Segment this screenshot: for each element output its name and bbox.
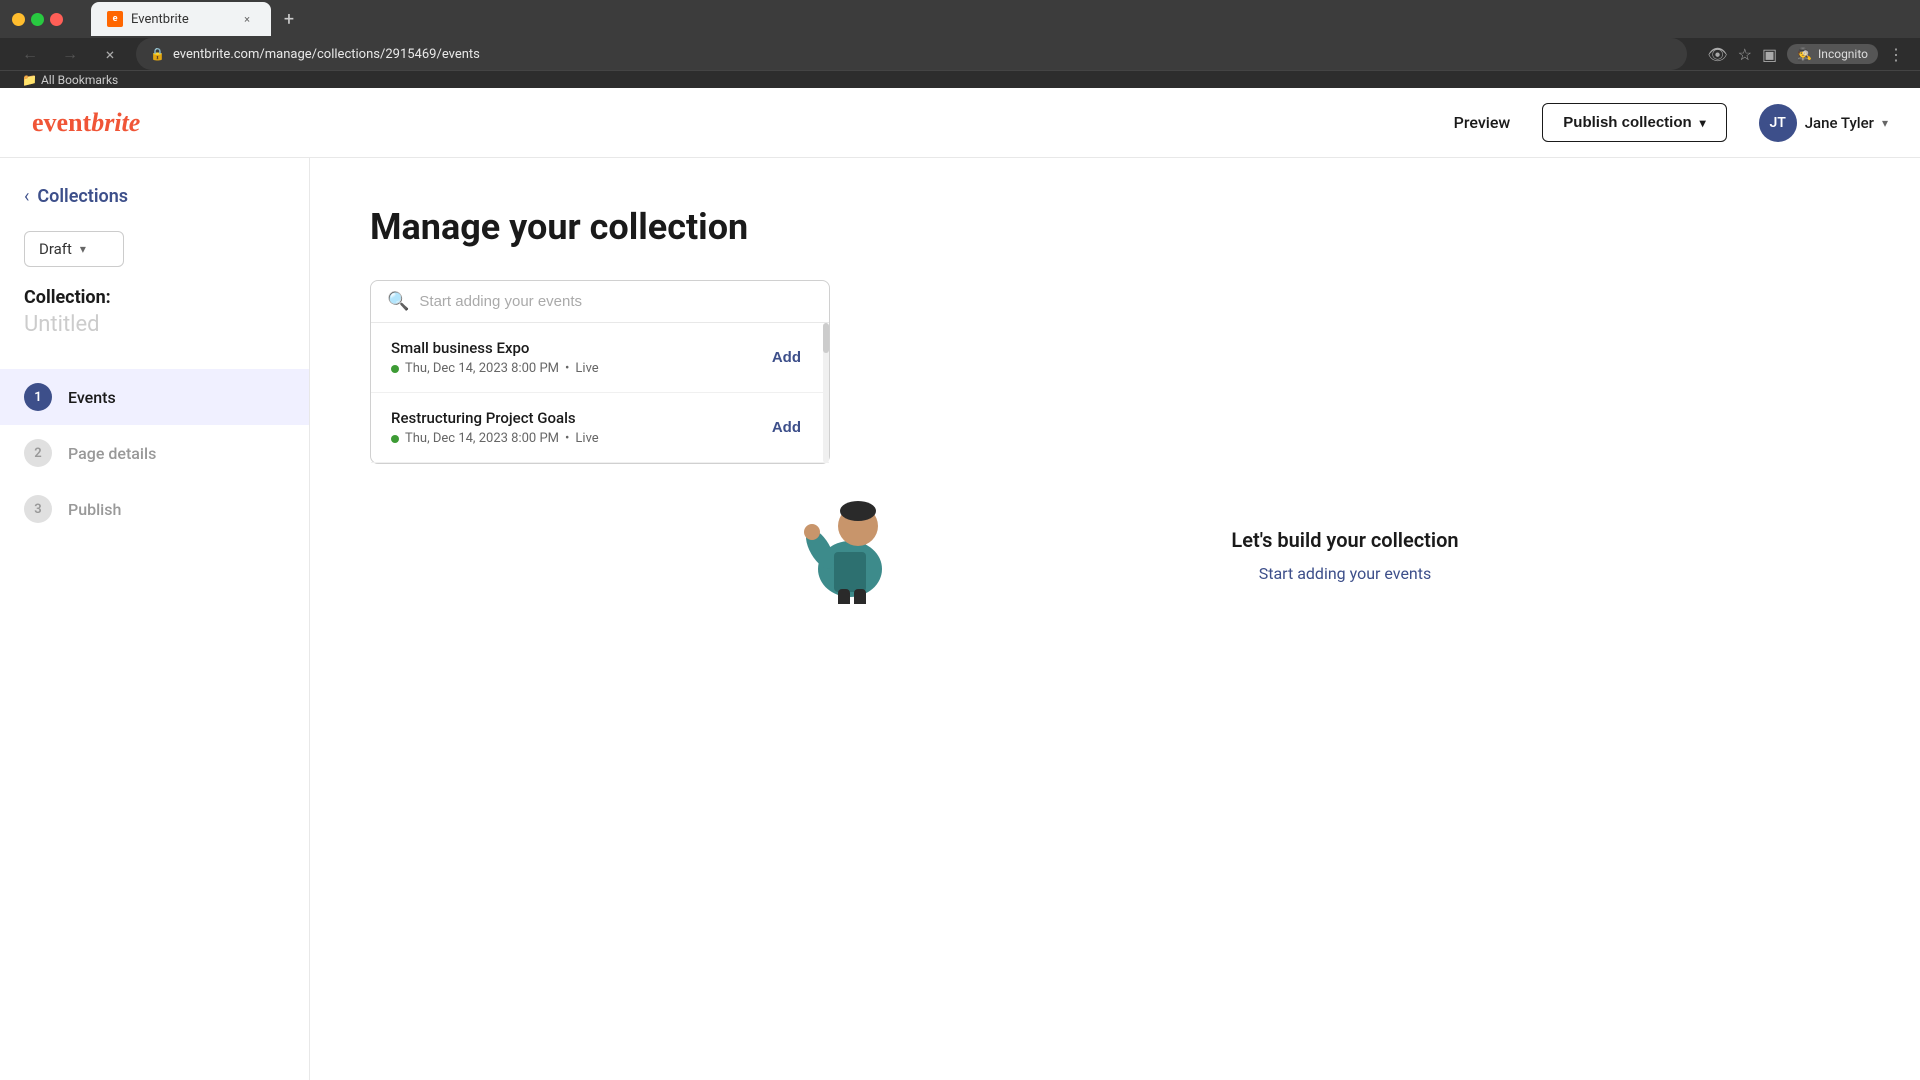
browser-chrome: e Eventbrite × + ← → × 🔒 eventbrite.com/… — [0, 0, 1920, 88]
nav-step-2: 2 — [24, 439, 52, 467]
event-item-1: Small business Expo Thu, Dec 14, 2023 8:… — [371, 323, 829, 393]
user-avatar: JT — [1759, 104, 1797, 142]
incognito-icon: 🕵 — [1797, 47, 1812, 61]
close-button[interactable] — [50, 13, 63, 26]
back-button[interactable]: ← — [16, 40, 44, 68]
live-dot-1 — [391, 365, 399, 373]
address-bar[interactable]: 🔒 eventbrite.com/manage/collections/2915… — [136, 38, 1687, 70]
collections-link: Collections — [37, 186, 128, 207]
draft-chevron-icon: ▾ — [80, 242, 86, 256]
content-area: Manage your collection 🔍 Small business … — [310, 158, 1920, 1080]
event-info-2: Restructuring Project Goals Thu, Dec 14,… — [391, 409, 764, 446]
person-illustration — [790, 474, 910, 604]
nav-label-publish: Publish — [68, 500, 121, 519]
star-icon[interactable]: ☆ — [1738, 45, 1752, 64]
eventbrite-logo[interactable]: eventbrite — [32, 108, 140, 138]
new-tab-button[interactable]: + — [275, 5, 303, 33]
nav-step-3: 3 — [24, 495, 52, 523]
collection-prefix: Collection: — [0, 287, 309, 312]
draft-dropdown[interactable]: Draft ▾ — [24, 231, 124, 267]
sidebar-item-events[interactable]: 1 Events — [0, 369, 309, 425]
event-info-1: Small business Expo Thu, Dec 14, 2023 8:… — [391, 339, 764, 376]
event-separator-1: • — [565, 361, 569, 376]
active-tab[interactable]: e Eventbrite × — [91, 2, 271, 36]
collection-name: Untitled — [0, 312, 309, 361]
browser-titlebar: e Eventbrite × + — [0, 0, 1920, 38]
sidebar-back-button[interactable]: ‹ Collections — [0, 178, 309, 223]
bookmarks-bar: 📁 All Bookmarks — [0, 70, 1920, 89]
sidebar-nav: 1 Events 2 Page details 3 Publish — [0, 369, 309, 537]
event-meta-1: Thu, Dec 14, 2023 8:00 PM • Live — [391, 361, 764, 376]
event-item-2: Restructuring Project Goals Thu, Dec 14,… — [371, 393, 829, 463]
events-container: 🔍 Small business Expo Thu, Dec 14, 2023 … — [370, 280, 830, 464]
event-status-2: Live — [575, 431, 598, 446]
publish-label: Publish collection — [1563, 114, 1691, 131]
live-dot-2 — [391, 435, 399, 443]
tab-close-btn[interactable]: × — [239, 11, 255, 27]
address-bar-container: ← → × 🔒 eventbrite.com/manage/collection… — [0, 38, 1920, 70]
event-meta-2: Thu, Dec 14, 2023 8:00 PM • Live — [391, 431, 764, 446]
add-event-1-button[interactable]: Add — [764, 345, 809, 370]
add-event-2-button[interactable]: Add — [764, 415, 809, 440]
reload-button[interactable]: × — [96, 40, 124, 68]
page-title: Manage your collection — [370, 206, 1860, 248]
incognito-label: Incognito — [1818, 47, 1868, 61]
bookmarks-label: All Bookmarks — [41, 73, 118, 87]
browser-actions: 👁 ☆ ▣ 🕵 Incognito ⋮ — [1707, 44, 1904, 64]
event-date-2: Thu, Dec 14, 2023 8:00 PM — [405, 431, 559, 446]
event-title-2: Restructuring Project Goals — [391, 409, 764, 427]
header-right: Preview Publish collection ▾ JT Jane Tyl… — [1454, 103, 1888, 142]
publish-collection-button[interactable]: Publish collection ▾ — [1542, 103, 1726, 142]
scrollbar-thumb — [823, 323, 829, 353]
draft-label: Draft — [39, 240, 72, 258]
event-title-1: Small business Expo — [391, 339, 764, 357]
nav-step-1: 1 — [24, 383, 52, 411]
event-date-1: Thu, Dec 14, 2023 8:00 PM — [405, 361, 559, 376]
search-input[interactable] — [419, 293, 813, 310]
tab-title: Eventbrite — [131, 12, 189, 27]
event-status-1: Live — [575, 361, 598, 376]
window-controls — [12, 13, 63, 26]
address-text: eventbrite.com/manage/collections/291546… — [173, 47, 1673, 62]
empty-state-title: Let's build your collection — [830, 528, 1860, 552]
user-chevron-icon: ▾ — [1882, 116, 1888, 130]
maximize-button[interactable] — [31, 13, 44, 26]
event-separator-2: • — [565, 431, 569, 446]
bookmarks-item[interactable]: 📁 All Bookmarks — [16, 71, 124, 89]
minimize-button[interactable] — [12, 13, 25, 26]
tab-bar: e Eventbrite × + — [79, 0, 315, 38]
eye-off-icon[interactable]: 👁 — [1707, 45, 1727, 64]
user-avatar-button[interactable]: JT Jane Tyler ▾ — [1759, 104, 1888, 142]
sidebar-item-page-details[interactable]: 2 Page details — [0, 425, 309, 481]
user-name: Jane Tyler — [1805, 114, 1874, 132]
bookmark-folder-icon: 📁 — [22, 73, 37, 87]
sidebar-icon[interactable]: ▣ — [1762, 45, 1777, 64]
tab-favicon: e — [107, 11, 123, 27]
incognito-badge: 🕵 Incognito — [1787, 44, 1878, 64]
main-area: ‹ Collections Draft ▾ Collection: Untitl… — [0, 158, 1920, 1080]
logo-text: eventbrite — [32, 108, 140, 138]
chevron-down-icon: ▾ — [1700, 116, 1706, 130]
sidebar: ‹ Collections Draft ▾ Collection: Untitl… — [0, 158, 310, 1080]
scrollbar[interactable] — [823, 323, 829, 463]
menu-icon[interactable]: ⋮ — [1888, 45, 1904, 64]
search-icon: 🔍 — [387, 291, 409, 312]
events-list: Small business Expo Thu, Dec 14, 2023 8:… — [371, 323, 829, 463]
empty-state: Let's build your collection Start adding… — [830, 528, 1860, 583]
preview-link[interactable]: Preview — [1454, 113, 1511, 132]
nav-label-events: Events — [68, 388, 116, 407]
nav-label-page-details: Page details — [68, 444, 156, 463]
app-container: eventbrite Preview Publish collection ▾ … — [0, 88, 1920, 1080]
app-header: eventbrite Preview Publish collection ▾ … — [0, 88, 1920, 158]
sidebar-item-publish[interactable]: 3 Publish — [0, 481, 309, 537]
search-bar: 🔍 — [371, 281, 829, 323]
back-arrow-icon: ‹ — [24, 186, 29, 207]
start-adding-link[interactable]: Start adding your events — [1259, 564, 1432, 583]
forward-button[interactable]: → — [56, 40, 84, 68]
lock-icon: 🔒 — [150, 47, 165, 61]
user-initials: JT — [1769, 115, 1785, 131]
